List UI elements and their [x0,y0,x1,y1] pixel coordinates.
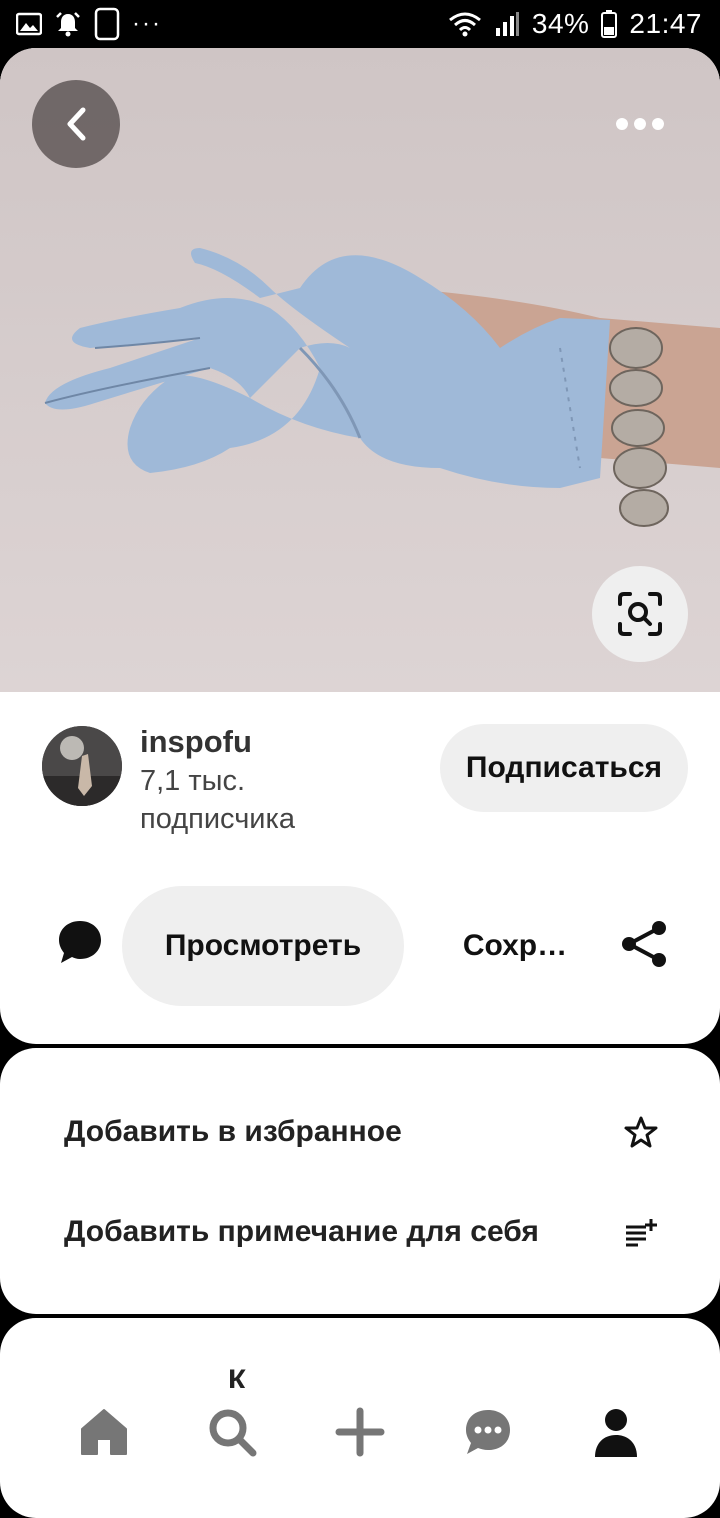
status-bar-left: ··· [16,7,162,41]
gallery-icon [16,12,42,36]
profile-icon [595,1409,637,1457]
pin-options-card: Добавить в избранное Добавить примечание… [0,1048,720,1314]
status-bar: ··· 34% 21:47 [0,0,720,48]
pin-card: inspofu 7,1 тыс. подписчика Подписаться … [0,48,720,1044]
battery-icon [601,10,618,38]
search-icon [209,1409,257,1457]
clock: 21:47 [629,8,702,39]
chevron-left-icon [67,107,86,141]
follower-count-label: подписчика [140,803,295,835]
wifi-icon [448,12,481,37]
bottom-nav [0,1384,720,1480]
pin-actions: Просмотреть Сохр… [0,886,720,1006]
signal-icon [495,12,519,36]
visual-search-button[interactable] [592,566,688,662]
battery-percent: 34% [531,8,590,39]
comment-icon [59,921,101,963]
phone-outline-icon [94,7,120,41]
share-button[interactable] [616,916,672,972]
back-button[interactable] [32,80,120,168]
note-add-icon [626,1219,657,1247]
more-horizontal-icon [616,118,664,130]
more-dots-icon: ··· [132,10,162,37]
nav-home[interactable] [72,1400,136,1464]
avatar-image [42,726,122,806]
star-outline-icon [624,1116,658,1148]
add-to-favorites-label: Добавить в избранное [64,1115,402,1148]
comment-button[interactable] [52,914,108,970]
share-icon [622,921,666,967]
visual-search-icon [618,592,662,636]
follower-count-number: 7,1 тыс. [140,765,246,797]
view-button[interactable]: Просмотреть [122,886,404,1006]
nav-search[interactable] [200,1400,264,1464]
nav-profile[interactable] [584,1400,648,1464]
alarm-icon [56,12,80,37]
creator-row: inspofu 7,1 тыс. подписчика Подписаться [0,716,720,846]
add-to-favorites-option[interactable]: Добавить в избранное [0,1092,720,1172]
add-note-option[interactable]: Добавить примечание для себя [0,1192,720,1272]
follow-button[interactable]: Подписаться [440,724,688,812]
chat-icon [466,1410,510,1454]
status-bar-right: 34% 21:47 [448,8,702,40]
nav-messages[interactable] [456,1400,520,1464]
more-options-button[interactable] [600,104,680,144]
pin-image[interactable] [0,48,720,692]
add-note-label: Добавить примечание для себя [64,1215,539,1248]
nav-create[interactable] [328,1400,392,1464]
creator-name[interactable]: inspofu [140,724,252,760]
follower-count: 7,1 тыс. подписчика [140,762,360,838]
plus-icon [335,1407,385,1457]
home-icon [81,1409,127,1455]
save-button[interactable]: Сохр… [440,920,590,972]
avatar[interactable] [42,726,122,806]
